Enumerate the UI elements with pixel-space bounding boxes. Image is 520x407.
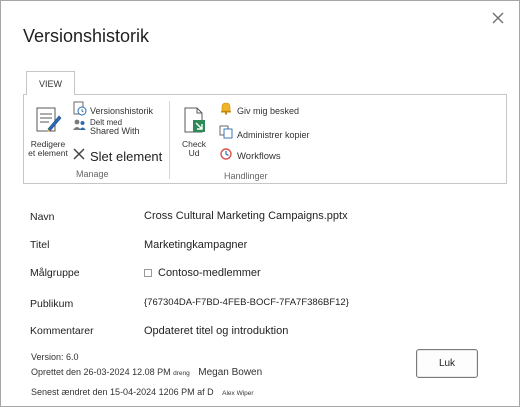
ribbon-divider <box>169 101 170 179</box>
close-dialog-button[interactable]: Luk <box>416 349 478 378</box>
created-by-word: dreng <box>173 370 190 377</box>
checkbox-icon <box>144 269 152 277</box>
shared-with-label-2: Shared With <box>90 126 140 136</box>
delete-item-button[interactable]: Slet element <box>72 147 162 166</box>
alert-me-button[interactable]: Giv mig besked <box>219 101 299 120</box>
field-value-audience: Contoso-medlemmer <box>158 267 261 279</box>
edit-item-label-2: et element <box>28 148 68 158</box>
version-history-dialog: Versionshistorik VIEW Redigere et elemen… <box>0 0 520 407</box>
field-value-comments: Opdateret titel og introduktion <box>144 325 289 337</box>
field-label-title: Titel <box>30 239 50 251</box>
created-user-link[interactable]: Megan Bowen <box>198 367 262 378</box>
copies-icon <box>219 125 233 144</box>
workflows-label: Workflows <box>237 151 281 162</box>
workflows-icon <box>219 147 233 166</box>
shared-with-icon <box>72 117 87 137</box>
tab-view[interactable]: VIEW <box>26 71 75 95</box>
workflows-button[interactable]: Workflows <box>219 147 281 166</box>
version-text: Version: 6.0 <box>31 352 79 362</box>
close-icon[interactable] <box>489 9 507 27</box>
manage-copies-label: Administrer kopier <box>237 129 310 140</box>
field-value-publikum: {767304DA-F7BD-4FEB-BOCF-7FA7F386BF12} <box>144 297 349 308</box>
bell-icon <box>219 101 233 120</box>
modified-user-link[interactable]: Alex Wiper <box>222 390 253 397</box>
modified-line: Senest ændret den 15-04-2024 1206 PM af … <box>31 387 254 397</box>
field-label-comments: Kommentarer <box>30 325 94 337</box>
dialog-title: Versionshistorik <box>23 26 150 46</box>
ribbon: Redigere et element Versionshistorik Del… <box>23 94 507 184</box>
field-value-title: Marketingkampagner <box>144 239 248 251</box>
actions-group-label: Handlinger <box>224 171 268 181</box>
version-history-label: Versionshistorik <box>90 106 154 116</box>
check-out-button[interactable]: Check Ud <box>174 105 214 158</box>
manage-copies-button[interactable]: Administrer kopier <box>219 125 310 144</box>
field-value-name: Cross Cultural Marketing Campaigns.pptx <box>144 210 348 222</box>
check-out-label-2: Ud <box>188 148 200 158</box>
modified-text: Senest ændret den 15-04-2024 1206 PM af … <box>31 387 214 397</box>
field-label-audience: Målgruppe <box>30 267 80 279</box>
edit-item-button[interactable]: Redigere et element <box>26 105 70 158</box>
shared-with-button[interactable]: Delt med Shared With <box>72 117 140 137</box>
field-label-name: Navn <box>30 211 55 223</box>
created-text: Oprettet den 26-03-2024 12.08 PM <box>31 367 171 377</box>
delete-item-label: Slet element <box>90 149 163 164</box>
check-out-icon <box>179 105 209 140</box>
manage-group-label: Manage <box>76 169 109 179</box>
created-line: Oprettet den 26-03-2024 12.08 PM dreng M… <box>31 367 262 378</box>
alert-me-label: Giv mig besked <box>237 105 300 116</box>
delete-icon <box>72 147 86 166</box>
edit-document-icon <box>33 105 63 140</box>
field-label-publikum: Publikum <box>30 298 74 310</box>
field-value-audience-wrap: Contoso-medlemmer <box>144 267 261 279</box>
